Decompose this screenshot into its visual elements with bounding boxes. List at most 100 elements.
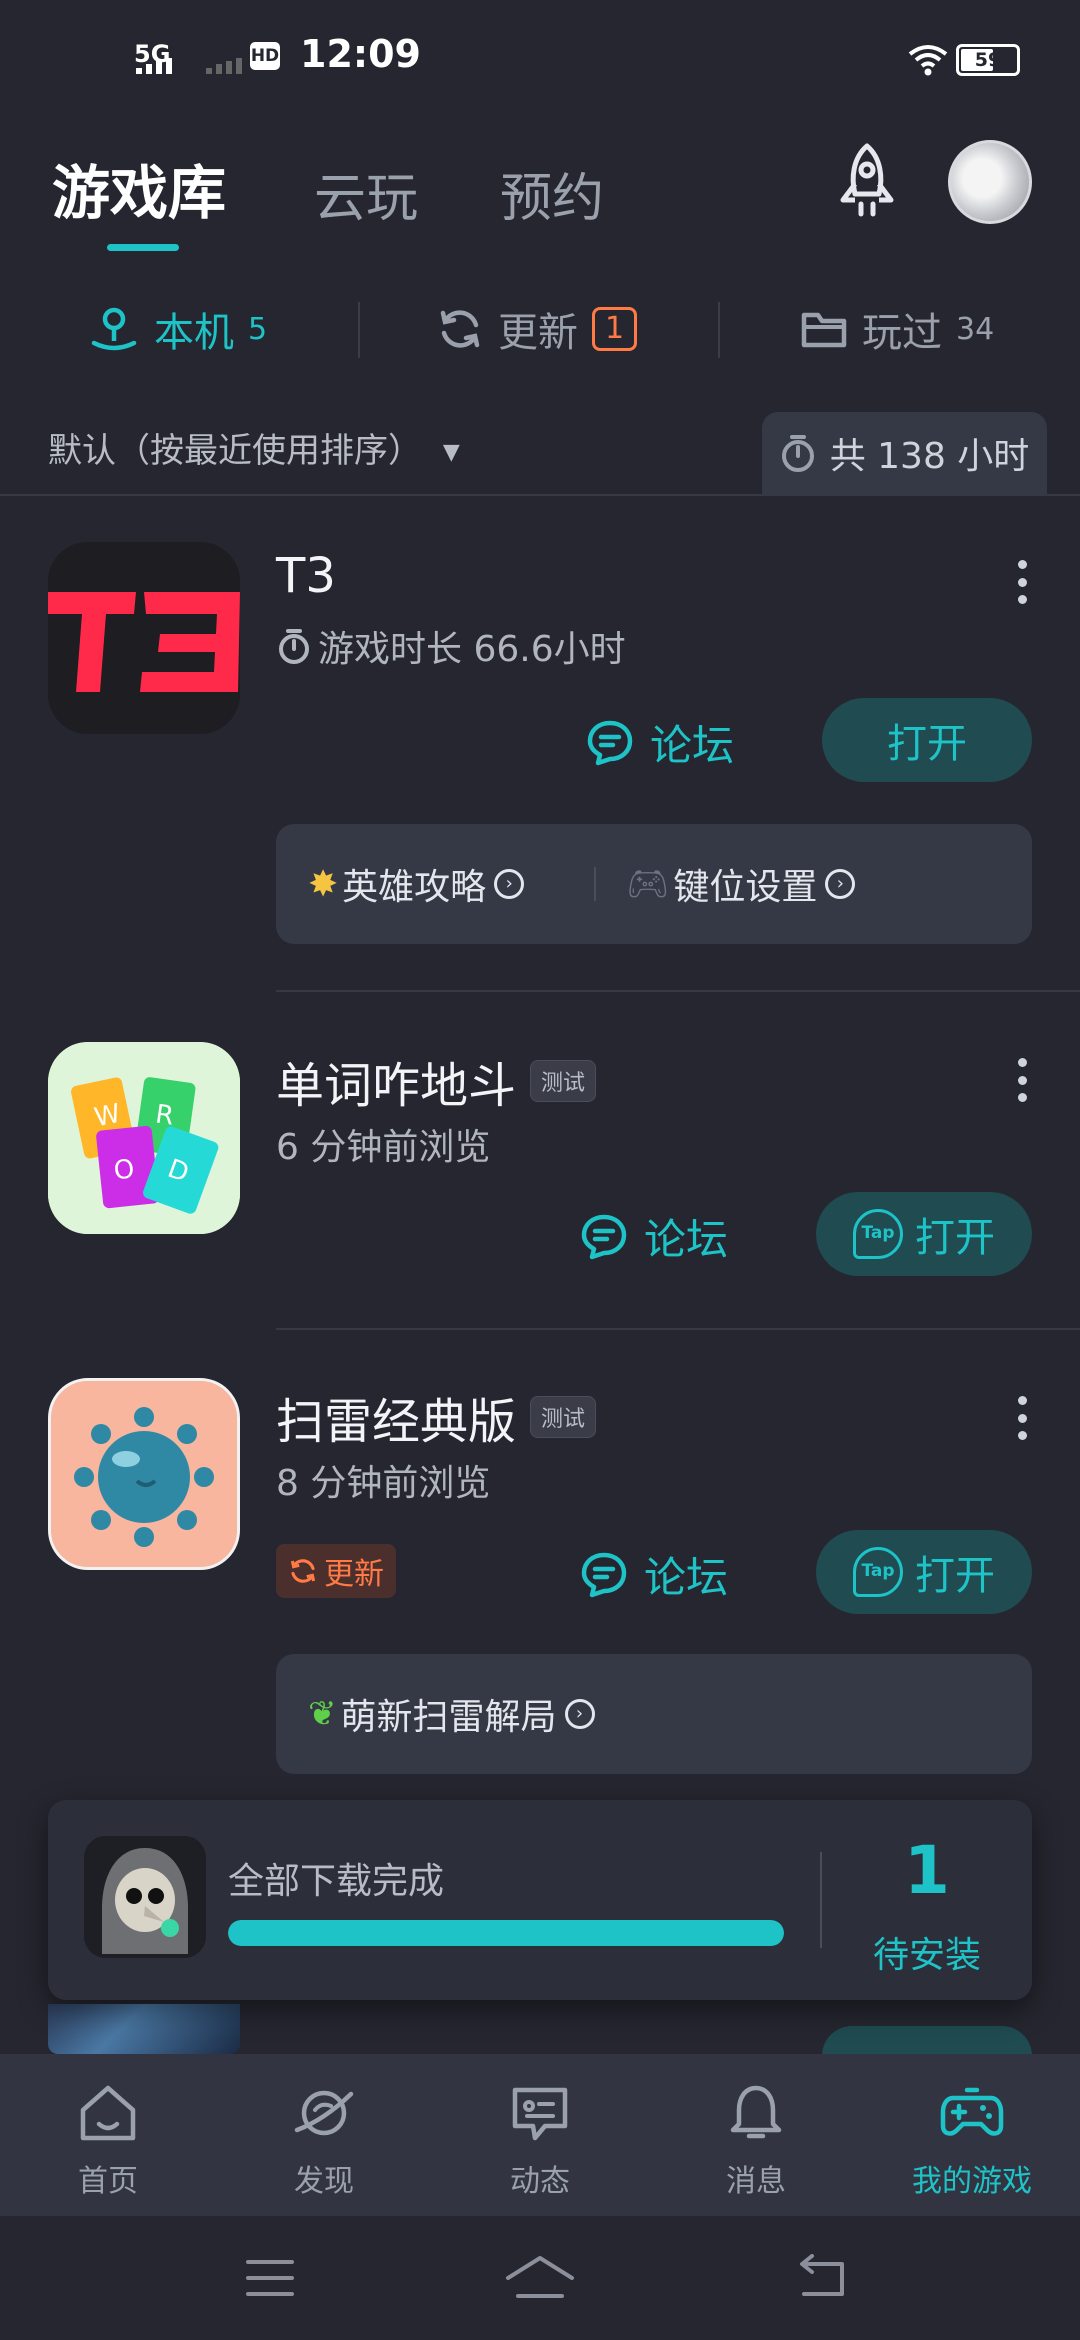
divider (276, 990, 1080, 992)
planet-icon (294, 2090, 354, 2136)
filter-divider (718, 302, 720, 358)
open-game-button[interactable]: 打开 (822, 698, 1032, 782)
forum-button[interactable]: 论坛 (584, 712, 734, 773)
filter-played-count: 34 (956, 311, 995, 347)
game-last-viewed: 8 分钟前浏览 (276, 1454, 490, 1506)
tab-active-indicator (107, 244, 179, 251)
forum-icon (587, 720, 633, 765)
filter-updates[interactable]: 更新 1 (436, 300, 638, 358)
forum-label: 论坛 (644, 1215, 729, 1264)
update-label: 更新 (324, 1557, 384, 1592)
hooded-character-icon (84, 1836, 206, 1958)
total-hours-text: 共 138 小时 (829, 436, 1030, 477)
open-game-button[interactable]: Tap 打开 (816, 1530, 1032, 1614)
download-progress-fill (228, 1920, 784, 1946)
game-last-viewed: 6 分钟前浏览 (276, 1118, 490, 1170)
forum-button[interactable]: 论坛 (578, 1206, 728, 1267)
chevron-right-icon: › (564, 1699, 595, 1729)
open-label: 打开 (915, 1553, 995, 1599)
more-options-icon[interactable] (1008, 1396, 1036, 1440)
filter-local-count: 5 (248, 311, 268, 347)
signal-bars-icon (136, 58, 172, 74)
nav-label: 发现 (294, 2164, 354, 2199)
filter-local-label: 本机 (154, 310, 234, 356)
status-bar: 5G HD 12:09 59 (0, 0, 1080, 118)
nav-discover[interactable]: 发现 (216, 2080, 432, 2200)
filter-updates-count: 1 (592, 307, 638, 351)
star-icon: ✸ (308, 863, 339, 905)
open-label: 打开 (887, 721, 967, 767)
nav-label: 首页 (78, 2164, 138, 2199)
game-icon-minesweeper[interactable] (48, 1378, 240, 1570)
tab-game-library[interactable]: 游戏库 (52, 146, 226, 230)
pending-install-count: 1 (904, 1832, 950, 1909)
game-title-text: 单词咋地斗 (276, 1058, 517, 1114)
guide-link-keys[interactable]: 键位设置 (673, 858, 817, 910)
nav-label: 动态 (510, 2164, 570, 2199)
filter-divider (358, 302, 360, 358)
menu-icon[interactable] (244, 2256, 296, 2300)
game-title-word[interactable]: 单词咋地斗 测试 (276, 1046, 597, 1116)
game-icon-t3[interactable] (48, 542, 240, 734)
avatar[interactable] (948, 140, 1032, 224)
nav-label: 消息 (726, 2164, 786, 2199)
open-game-button[interactable]: Tap 打开 (816, 1192, 1032, 1276)
mine-icon (51, 1381, 237, 1567)
guide-link-hero[interactable]: 英雄攻略 (342, 858, 486, 910)
game-icon-next[interactable] (48, 2004, 240, 2054)
status-time: 12:09 (300, 32, 421, 76)
refresh-icon (440, 310, 480, 348)
forum-icon (581, 1214, 627, 1259)
chevron-right-icon: › (494, 869, 525, 899)
divider (276, 1328, 1080, 1330)
forum-icon (581, 1552, 627, 1597)
back-icon[interactable] (794, 2254, 850, 2302)
game-guide-links: ❦ 萌新扫雷解局 › (276, 1654, 1032, 1774)
forum-button[interactable]: 论坛 (578, 1544, 728, 1605)
home-button-icon[interactable] (504, 2252, 576, 2304)
tab-reservation[interactable]: 预约 (500, 156, 604, 231)
last-viewed-text: 6 分钟前浏览 (276, 1127, 491, 1168)
nav-messages[interactable]: 消息 (648, 2080, 864, 2200)
battery-icon: 59 (956, 44, 1020, 76)
test-badge: 测试 (530, 1396, 597, 1438)
download-game-icon (84, 1836, 206, 1958)
nav-feed[interactable]: 动态 (432, 2080, 648, 2200)
refresh-icon (290, 1559, 316, 1583)
forum-label: 论坛 (644, 1553, 729, 1602)
game-title-text: 扫雷经典版 (276, 1394, 517, 1450)
more-options-icon[interactable] (1008, 1058, 1036, 1102)
sort-dropdown[interactable]: 默认（按最近使用排序） ▼ (48, 423, 460, 472)
local-device-icon (91, 307, 137, 351)
timer-icon (279, 629, 309, 664)
game-icon-word[interactable]: W R O D (48, 1042, 240, 1234)
wifi-icon (908, 45, 948, 76)
tap-icon: Tap (853, 1547, 903, 1597)
divider (594, 867, 597, 901)
filter-played-label: 玩过 (862, 310, 942, 356)
update-badge[interactable]: 更新 (276, 1544, 396, 1598)
filter-local[interactable]: 本机 5 (88, 300, 267, 358)
game-guide-links: ✸ 英雄攻略 › 🎮︎ 键位设置 › (276, 824, 1032, 944)
rocket-icon[interactable] (833, 140, 901, 220)
divider (0, 494, 1080, 496)
filter-played[interactable]: 玩过 34 (800, 300, 994, 358)
gamepad-emoji-icon: 🎮︎ (626, 864, 670, 904)
open-game-button[interactable] (822, 2026, 1032, 2056)
nav-label: 我的游戏 (912, 2164, 1032, 2199)
game-title-minesweeper[interactable]: 扫雷经典版 测试 (276, 1382, 597, 1452)
guide-link-beginner[interactable]: 萌新扫雷解局 (341, 1688, 557, 1740)
sprout-icon: ❦ (308, 1694, 337, 1734)
timer-icon (781, 435, 814, 472)
more-options-icon[interactable] (1008, 560, 1036, 604)
game-playtime: 游戏时长 66.6小时 (276, 620, 626, 672)
tab-cloud-play[interactable]: 云玩 (314, 156, 418, 231)
nav-home[interactable]: 首页 (0, 2080, 216, 2200)
filter-updates-label: 更新 (498, 310, 578, 356)
word-cards-icon: W R O D (48, 1042, 240, 1234)
pending-install-label: 待安装 (872, 1935, 981, 1976)
bell-icon (730, 2085, 782, 2139)
game-title-t3[interactable]: T3 (276, 548, 336, 604)
download-status-card[interactable]: 全部下载完成 1 待安装 (48, 1800, 1032, 2000)
nav-my-games[interactable]: 我的游戏 (864, 2080, 1080, 2200)
